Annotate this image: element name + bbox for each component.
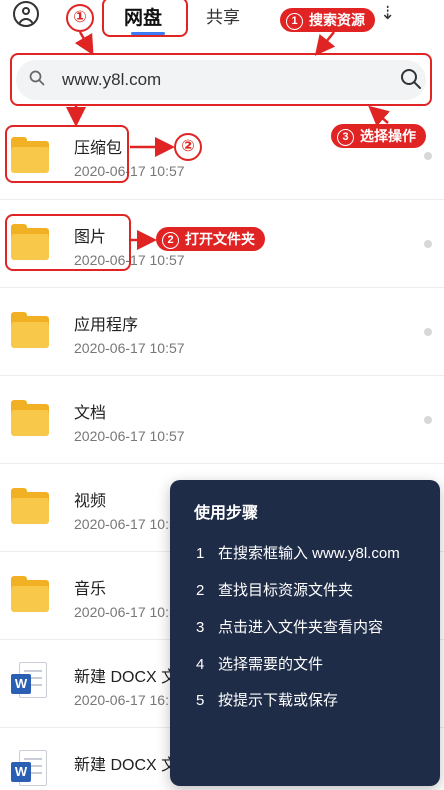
folder-icon [11, 576, 49, 612]
step-text: 按提示下载或保存 [218, 692, 339, 709]
step-item: 2 查找目标资源文件夹 [196, 579, 353, 601]
step-item: 1 在搜索框输入 www.y8l.com [196, 542, 400, 564]
usage-steps-panel: 使用步骤 1 在搜索框输入 www.y8l.com 2 查找目标资源文件夹 3 点击进… [170, 480, 440, 786]
file-date: 2020-06-17 16:16 [74, 692, 185, 708]
file-name: 视频 [74, 493, 107, 510]
steps-title: 使用步骤 [194, 505, 259, 522]
row-select-dot[interactable] [424, 416, 432, 424]
step-item: 5 按提示下载或保存 [196, 689, 338, 711]
step-number: 4 [196, 656, 205, 673]
folder-icon [11, 312, 49, 348]
step-item: 3 点击进入文件夹查看内容 [196, 616, 383, 638]
folder-icon [11, 400, 49, 436]
file-date: 2020-06-17 10:57 [74, 340, 185, 356]
file-name: 应用程序 [74, 317, 139, 334]
annotation-arrows [66, 31, 390, 250]
list-item[interactable]: 应用程序 2020-06-17 10:57 [0, 288, 444, 376]
file-name: 文档 [74, 405, 107, 422]
step-number: 5 [196, 692, 205, 709]
file-date: 2020-06-17 10:57 [74, 516, 185, 532]
file-name: 音乐 [74, 581, 107, 598]
list-item[interactable]: 文档 2020-06-17 10:57 [0, 376, 444, 464]
row-select-dot[interactable] [424, 328, 432, 336]
step-text: 选择需要的文件 [218, 656, 324, 673]
step-number: 3 [196, 619, 205, 636]
word-doc-icon: W [11, 662, 49, 702]
file-date: 2020-06-17 10:57 [74, 428, 185, 444]
step-number: 2 [196, 582, 205, 599]
step-text: 点击进入文件夹查看内容 [218, 619, 384, 636]
step-item: 4 选择需要的文件 [196, 653, 323, 675]
folder-icon [11, 488, 49, 524]
step-text: 查找目标资源文件夹 [218, 582, 354, 599]
step-text: 在搜索框输入 www.y8l.com [218, 545, 400, 562]
word-doc-icon: W [11, 750, 49, 790]
step-number: 1 [196, 545, 205, 562]
file-date: 2020-06-17 10:57 [74, 604, 185, 620]
